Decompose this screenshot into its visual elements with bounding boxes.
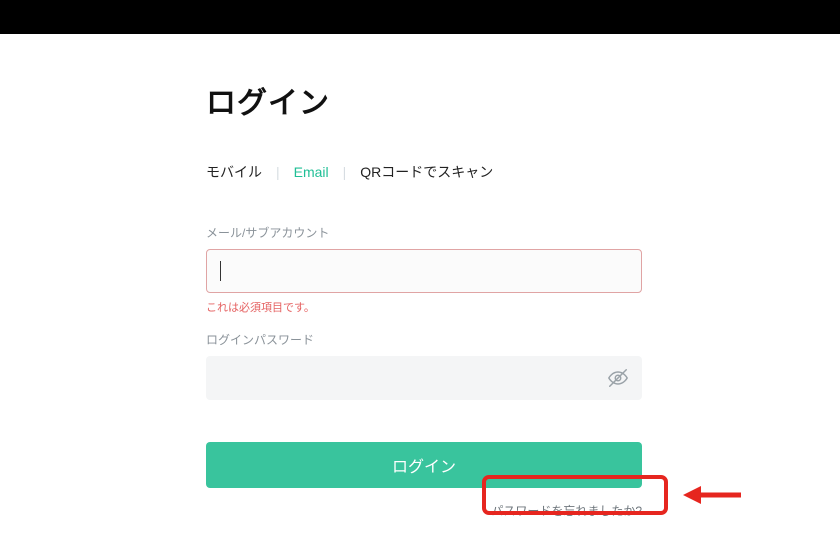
tab-separator: | <box>276 164 280 180</box>
email-error-message: これは必須項目です。 <box>206 299 642 315</box>
eye-off-icon <box>607 367 629 389</box>
window-blackbar <box>0 0 840 34</box>
password-input-wrap <box>206 356 642 400</box>
login-button[interactable]: ログイン <box>206 442 642 488</box>
forgot-password-link[interactable]: パスワードを忘れましたか? <box>491 502 642 519</box>
page-title: ログイン <box>206 78 642 122</box>
email-input-wrap <box>206 249 642 293</box>
text-caret <box>220 261 221 281</box>
password-input[interactable] <box>206 356 642 400</box>
email-label: メール/サブアカウント <box>206 224 642 241</box>
tab-separator: | <box>343 164 347 180</box>
forgot-row: パスワードを忘れましたか? <box>206 502 642 519</box>
tab-email[interactable]: Email <box>294 164 329 180</box>
login-page: ログイン モバイル | Email | QRコードでスキャン メール/サブアカウ… <box>0 34 840 560</box>
email-input[interactable] <box>206 249 642 293</box>
tab-qr[interactable]: QRコードでスキャン <box>360 162 493 182</box>
toggle-password-visibility-button[interactable] <box>606 366 630 390</box>
annotation-arrow-icon <box>683 483 743 507</box>
login-form: ログイン モバイル | Email | QRコードでスキャン メール/サブアカウ… <box>206 78 642 519</box>
password-label: ログインパスワード <box>206 331 642 348</box>
login-method-tabs: モバイル | Email | QRコードでスキャン <box>206 162 642 182</box>
tab-mobile[interactable]: モバイル <box>206 162 262 182</box>
